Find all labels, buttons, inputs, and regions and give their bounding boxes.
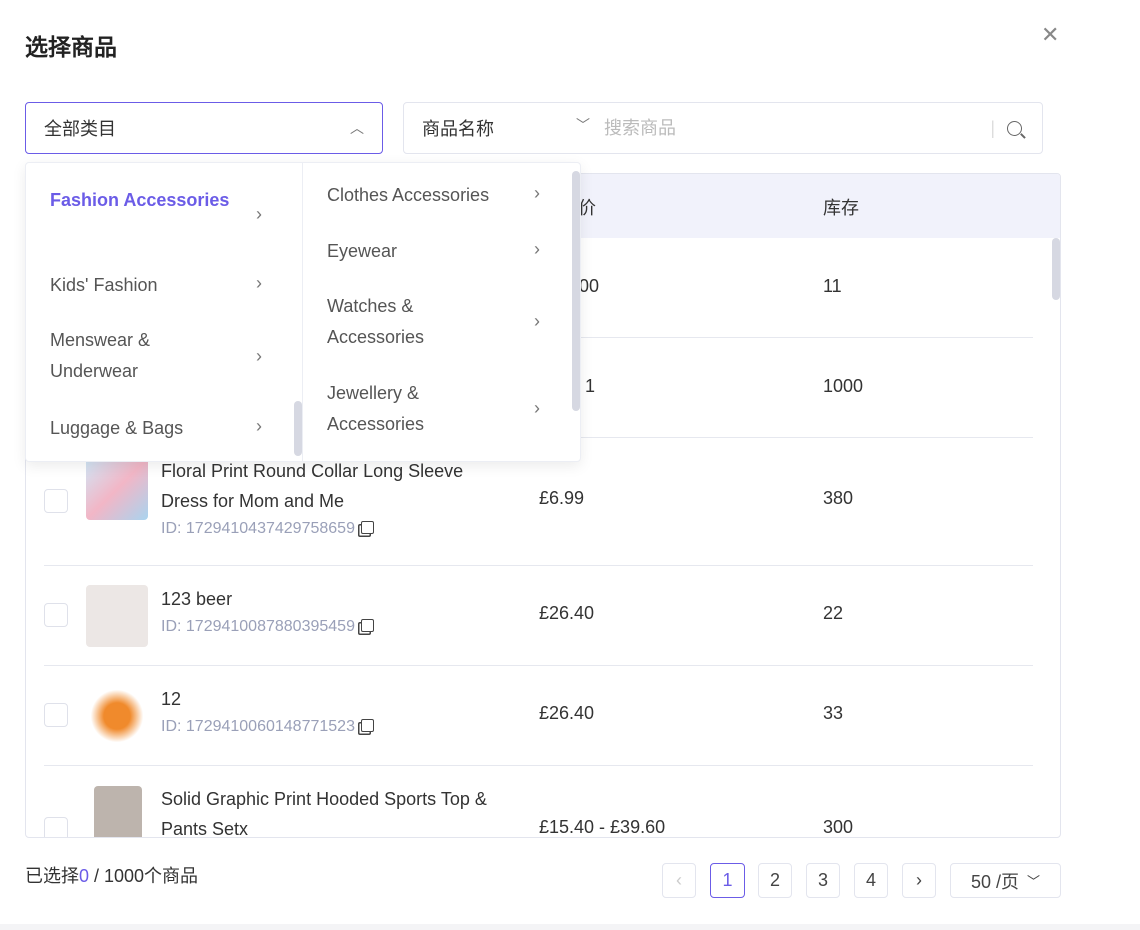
chevron-down-icon: ﹀ (1027, 874, 1041, 889)
page-2-button[interactable]: 2 (758, 863, 792, 898)
category-option[interactable]: Jewellery & Accessories (327, 378, 457, 440)
copy-icon[interactable] (360, 719, 374, 732)
product-name: 123 beer ID: 1729410087880395459 (161, 584, 506, 640)
category-option[interactable]: Menswear & Underwear (50, 325, 190, 387)
chevron-right-icon: › (256, 416, 262, 436)
category-option[interactable]: Fashion Accessories (50, 185, 230, 216)
product-name: Floral Print Round Collar Long Sleeve Dr… (161, 461, 464, 537)
chevron-right-icon: › (534, 239, 540, 259)
search-field-select[interactable]: 商品名称 ﹀ (404, 115, 604, 141)
row-checkbox[interactable] (44, 603, 68, 627)
category-select[interactable]: 全部类目 ︿ (25, 102, 383, 154)
product-id: ID: 1729410087880395459 (161, 618, 355, 635)
chevron-right-icon: › (534, 311, 540, 331)
chevron-right-icon: › (256, 346, 262, 366)
product-image (86, 685, 148, 747)
level1-scrollbar[interactable] (294, 401, 302, 456)
price: £15.40 - £39.60 (539, 817, 666, 837)
table-row: Solid Graphic Print Hooded Sports Top & … (44, 766, 1033, 838)
bottom-strip (0, 924, 1140, 930)
category-level2: Clothes Accessories › Eyewear › Watches … (304, 163, 582, 461)
table-scrollbar[interactable] (1052, 238, 1060, 300)
search-input[interactable] (604, 117, 991, 139)
category-option[interactable]: Eyewear (327, 236, 397, 267)
stock: 22 (823, 603, 844, 623)
page-4-button[interactable]: 4 (854, 863, 888, 898)
copy-icon[interactable] (360, 619, 374, 632)
table-row: 123 beer ID: 1729410087880395459 £26.40 2… (44, 566, 1033, 666)
product-id: ID: 1729410060148771523 (161, 718, 355, 735)
chevron-up-icon: ︿ (350, 120, 364, 136)
search-icon[interactable] (1007, 120, 1026, 139)
product-name: Solid Graphic Print Hooded Sports Top & … (161, 789, 487, 838)
page-1-button[interactable]: 1 (710, 863, 745, 898)
chevron-right-icon: › (256, 273, 262, 293)
product-name: 12 ID: 1729410060148771523 (161, 684, 506, 740)
level2-scrollbar[interactable] (572, 171, 580, 411)
next-page-button[interactable]: › (902, 863, 936, 898)
table-row: 12 ID: 1729410060148771523 £26.40 33 (44, 666, 1033, 766)
stock: 11 (823, 276, 842, 296)
stock: 33 (823, 703, 844, 723)
category-dropdown: Fashion Accessories › Kids' Fashion › Me… (25, 162, 581, 462)
chevron-right-icon: › (256, 204, 262, 224)
copy-icon[interactable] (360, 521, 374, 534)
header-stock: 库存 (823, 198, 859, 218)
category-option[interactable]: Clothes Accessories (327, 180, 489, 211)
row-checkbox[interactable] (44, 489, 68, 513)
price: £26.40 (539, 703, 595, 723)
product-image (86, 458, 148, 520)
row-checkbox[interactable] (44, 817, 68, 837)
price: £6.99 (539, 488, 585, 508)
category-level1: Fashion Accessories › Kids' Fashion › Me… (26, 163, 303, 461)
selection-count: 已选择0 / 1000个商品 (25, 866, 199, 886)
stock: 380 (823, 488, 854, 508)
chevron-down-icon: ﹀ (576, 117, 590, 133)
product-image (86, 585, 148, 647)
price: £26.40 (539, 603, 595, 623)
category-select-value: 全部类目 (44, 119, 116, 139)
page-3-button[interactable]: 3 (806, 863, 840, 898)
stock: 1000 (823, 376, 864, 396)
page-size-select[interactable]: 50 /页 ﹀ (950, 863, 1061, 898)
dialog-title: 选择商品 (25, 34, 117, 60)
category-option[interactable]: Kids' Fashion (50, 270, 158, 301)
search-group: 商品名称 ﹀ | (403, 102, 1043, 154)
product-image (94, 786, 142, 837)
price: 1 (585, 376, 596, 396)
price: 00 (579, 276, 600, 296)
category-option[interactable]: Watches & Accessories (327, 291, 457, 353)
stock: 300 (823, 817, 854, 837)
product-id: ID: 1729410437429758659 (161, 520, 355, 537)
chevron-right-icon: › (534, 398, 540, 418)
row-checkbox[interactable] (44, 703, 68, 727)
close-icon[interactable]: ✕ (1041, 22, 1059, 48)
prev-page-button[interactable]: ‹ (662, 863, 696, 898)
category-option[interactable]: Luggage & Bags (50, 413, 183, 444)
search-field-value: 商品名称 (422, 119, 494, 139)
chevron-right-icon: › (534, 183, 540, 203)
